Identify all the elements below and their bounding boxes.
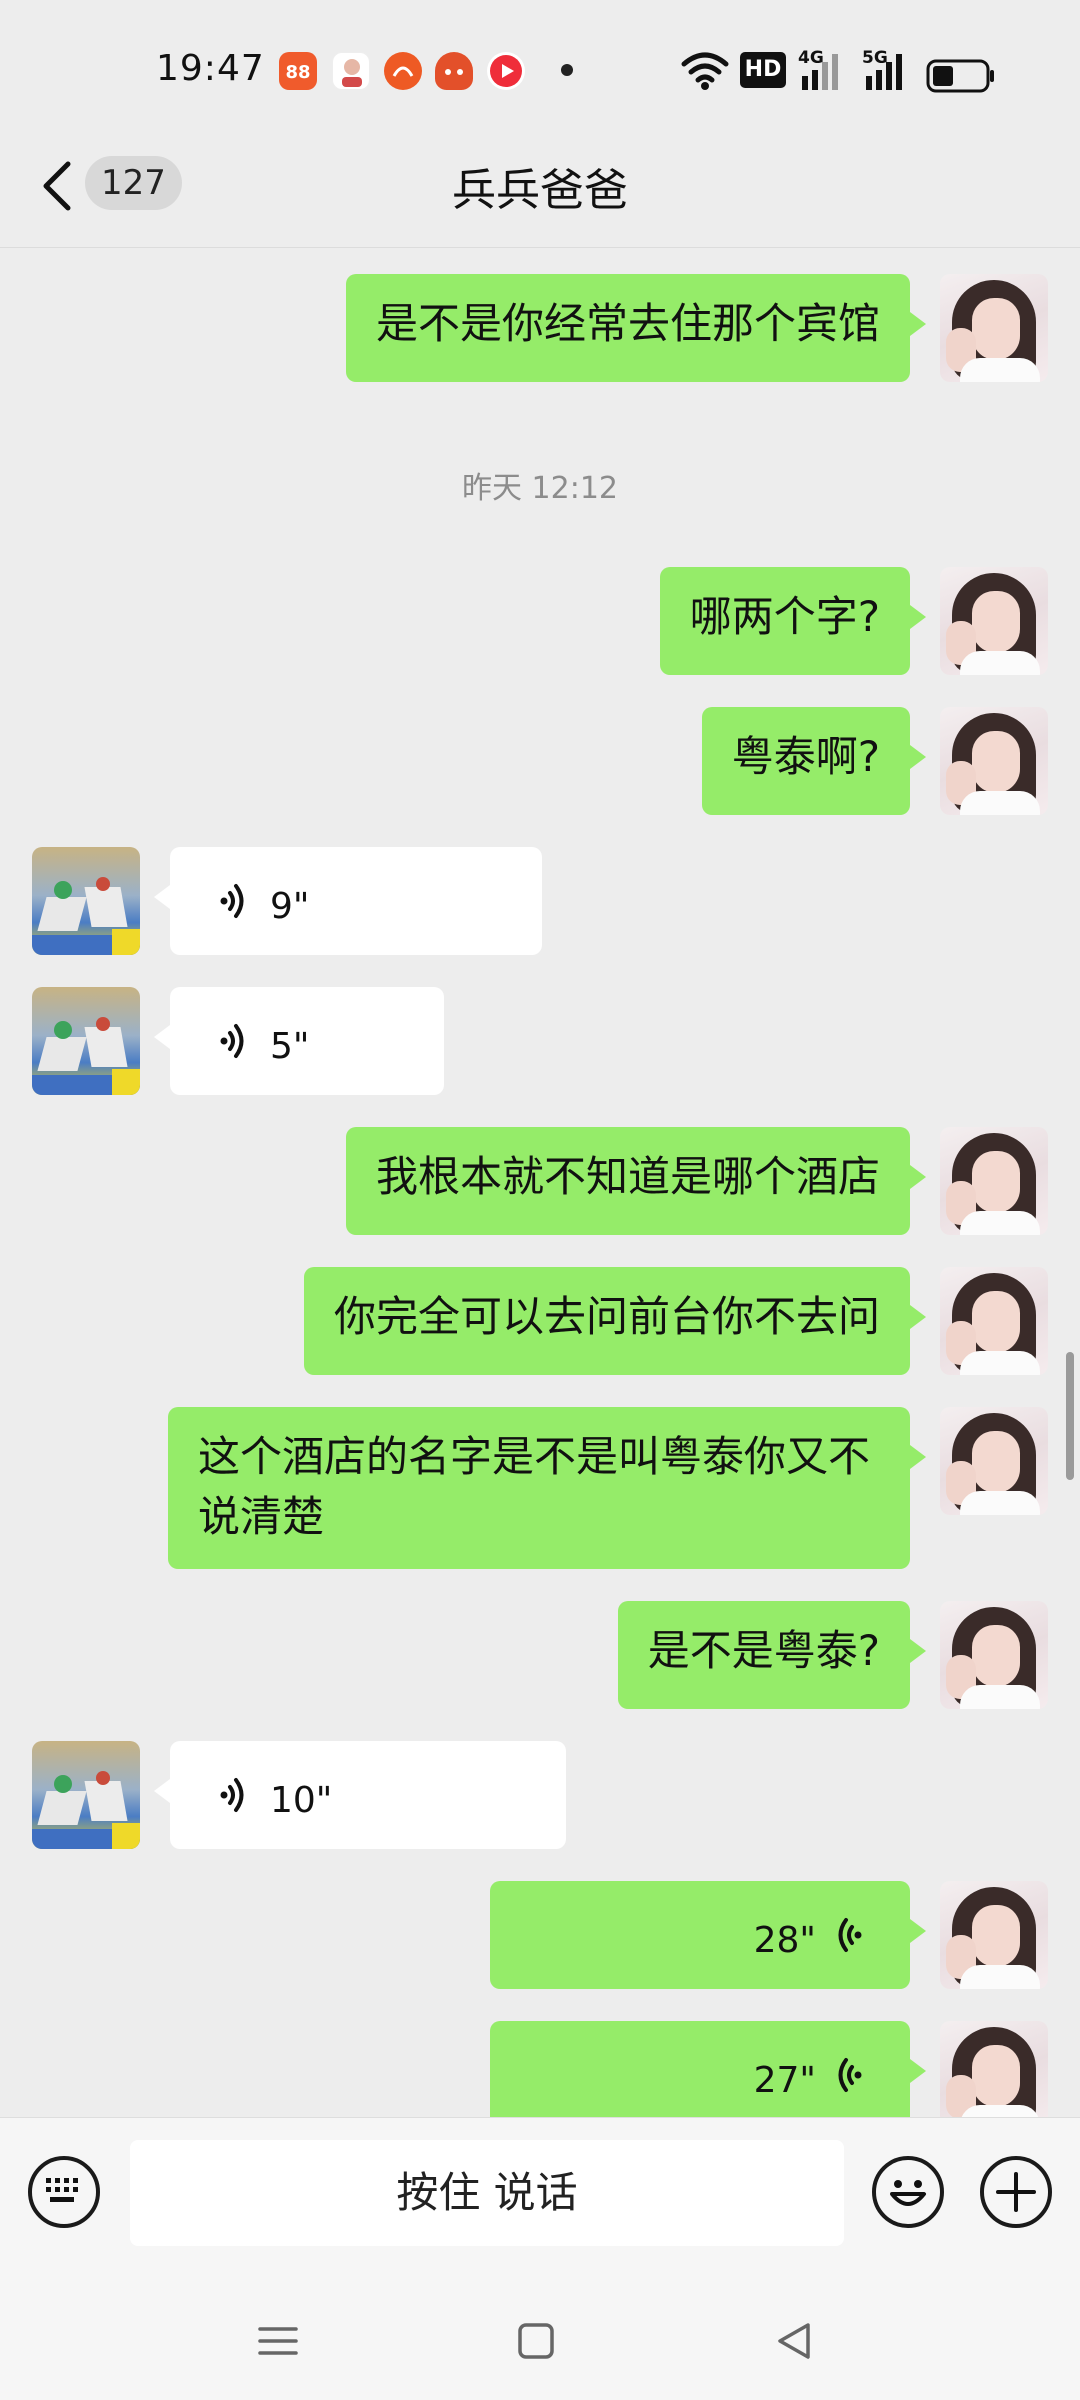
my-avatar[interactable] bbox=[940, 1127, 1048, 1235]
keyboard-icon bbox=[46, 2178, 78, 2202]
message-bubble[interactable]: 你完全可以去问前台你不去问 bbox=[303, 1267, 927, 1375]
message-text: 这个酒店的名字是不是叫粤泰你又不说清楚 bbox=[198, 1432, 871, 1541]
triangle-back-icon bbox=[778, 2323, 810, 2359]
voice-waves-icon bbox=[220, 1778, 244, 1812]
voice-duration: 9" bbox=[270, 886, 310, 927]
my-avatar[interactable] bbox=[940, 274, 1048, 382]
voice-message-bubble[interactable]: 9" bbox=[154, 847, 542, 955]
message-text: 我根本就不知道是哪个酒店 bbox=[375, 1152, 880, 1201]
contact-avatar[interactable] bbox=[32, 847, 140, 955]
chat-header: 127 兵兵爸爸 bbox=[0, 130, 1080, 248]
message-timestamp: 昨天 12:12 bbox=[462, 471, 618, 506]
my-avatar[interactable] bbox=[940, 567, 1048, 675]
menu-lines-icon bbox=[258, 2327, 298, 2355]
status-bar: 19:47 88 HD 4G 5G bbox=[0, 0, 1080, 130]
my-avatar[interactable] bbox=[940, 1601, 1048, 1709]
pinduoduo-icon: 88 bbox=[279, 52, 317, 90]
my-avatar[interactable] bbox=[940, 1267, 1048, 1375]
voice-message-bubble[interactable]: 28" bbox=[490, 1881, 926, 1989]
status-time: 19:47 bbox=[156, 48, 265, 89]
keyboard-toggle-button[interactable] bbox=[28, 2156, 100, 2228]
message-bubble[interactable]: 是不是你经常去住那个宾馆 bbox=[345, 274, 927, 382]
message-text: 哪两个字? bbox=[689, 592, 880, 641]
chat-title: 兵兵爸爸 bbox=[452, 165, 628, 216]
voice-duration: 28" bbox=[753, 1920, 816, 1961]
message-bubble[interactable]: 这个酒店的名字是不是叫粤泰你又不说清楚 bbox=[168, 1407, 926, 1569]
hd-badge: HD bbox=[740, 52, 786, 88]
back-nav-button[interactable] bbox=[764, 2311, 824, 2371]
system-nav-bar bbox=[0, 2277, 1080, 2400]
my-avatar[interactable] bbox=[940, 1881, 1048, 1989]
message-text: 是不是粤泰? bbox=[647, 1626, 880, 1675]
voice-message-bubble[interactable]: 10" bbox=[154, 1741, 566, 1849]
voice-waves-icon bbox=[838, 2058, 862, 2092]
recents-button[interactable] bbox=[248, 2311, 308, 2371]
my-avatar[interactable] bbox=[940, 1407, 1048, 1515]
taobao-icon bbox=[384, 52, 422, 90]
my-avatar[interactable] bbox=[940, 2021, 1048, 2117]
voice-duration: 27" bbox=[753, 2060, 816, 2101]
message-bubble[interactable]: 粤泰啊? bbox=[701, 707, 927, 815]
voice-waves-icon bbox=[220, 1024, 244, 1058]
smiley-icon bbox=[890, 2180, 926, 2206]
contact-app-icon bbox=[332, 52, 370, 90]
message-text: 粤泰啊? bbox=[731, 732, 880, 781]
hold-to-talk-button[interactable]: 按住 说话 bbox=[130, 2140, 844, 2246]
input-bar: 按住 说话 bbox=[0, 2117, 1080, 2277]
emoji-button[interactable] bbox=[872, 2156, 944, 2228]
voice-message-bubble[interactable]: 5" bbox=[154, 987, 444, 1095]
message-list[interactable]: 是不是你经常去住那个宾馆 昨天 12:12 哪两个字? 粤泰啊? 9" 5" 我… bbox=[0, 249, 1080, 2117]
message-bubble[interactable]: 我根本就不知道是哪个酒店 bbox=[345, 1127, 927, 1235]
more-notifications-dot bbox=[561, 64, 573, 76]
wifi-icon bbox=[681, 52, 729, 90]
my-avatar[interactable] bbox=[940, 707, 1048, 815]
voice-waves-icon bbox=[838, 1918, 862, 1952]
plus-icon bbox=[996, 2172, 1036, 2212]
contact-avatar[interactable] bbox=[32, 1741, 140, 1849]
battery-icon bbox=[926, 59, 994, 93]
game-app-icon bbox=[435, 52, 473, 90]
message-text: 你完全可以去问前台你不去问 bbox=[333, 1292, 880, 1341]
home-button[interactable] bbox=[506, 2311, 566, 2371]
voice-waves-icon bbox=[220, 884, 244, 918]
scrollbar[interactable] bbox=[1066, 1352, 1074, 1480]
video-app-icon bbox=[487, 52, 525, 90]
voice-duration: 10" bbox=[270, 1780, 333, 1821]
message-text: 是不是你经常去住那个宾馆 bbox=[375, 299, 880, 348]
svg-text:88: 88 bbox=[285, 62, 310, 83]
voice-message-bubble[interactable]: 27" bbox=[490, 2021, 926, 2117]
square-icon bbox=[518, 2323, 554, 2359]
more-options-button[interactable] bbox=[980, 2156, 1052, 2228]
message-bubble[interactable]: 哪两个字? bbox=[659, 567, 927, 675]
message-bubble[interactable]: 是不是粤泰? bbox=[617, 1601, 927, 1709]
voice-duration: 5" bbox=[270, 1026, 310, 1067]
contact-avatar[interactable] bbox=[32, 987, 140, 1095]
